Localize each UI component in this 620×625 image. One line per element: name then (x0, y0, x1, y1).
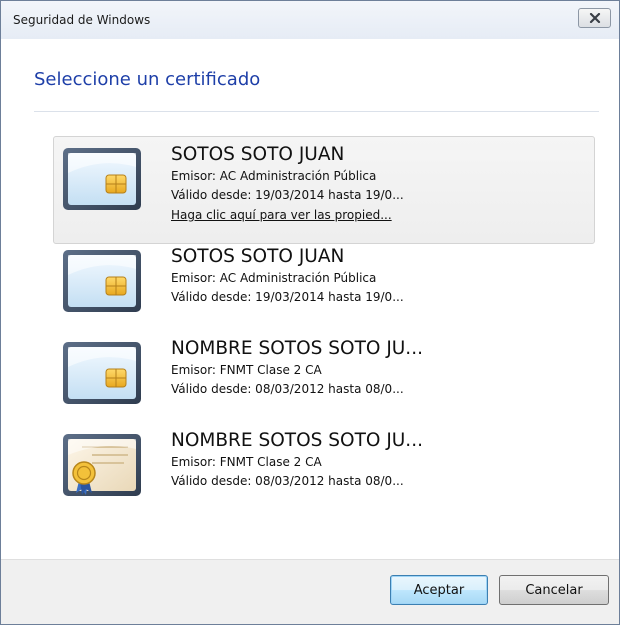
certificate-name: NOMBRE SOTOS SOTO JU... (171, 338, 423, 359)
certificate-name: SOTOS SOTO JUAN (171, 144, 345, 165)
window-title: Seguridad de Windows (13, 13, 151, 27)
smartcard-icon (63, 342, 141, 404)
certificate-list: SOTOS SOTO JUAN Emisor: AC Administració… (53, 136, 595, 520)
certificate-issuer: Emisor: AC Administración Pública (171, 169, 377, 183)
dialog-content: Seleccione un certificado SOTOS SOTO JUA… (1, 39, 619, 559)
button-bar: Aceptar Cancelar (1, 559, 619, 624)
smartcard-icon (63, 148, 141, 210)
certificate-item[interactable]: SOTOS SOTO JUAN Emisor: AC Administració… (53, 136, 595, 244)
close-button[interactable] (578, 8, 611, 28)
security-dialog: Seguridad de Windows Seleccione un certi… (0, 0, 620, 625)
certificate-name: SOTOS SOTO JUAN (171, 246, 345, 267)
ok-button[interactable]: Aceptar (390, 575, 488, 605)
cancel-button[interactable]: Cancelar (499, 575, 609, 605)
certificate-name: NOMBRE SOTOS SOTO JU... (171, 430, 423, 451)
certificate-item[interactable]: NOMBRE SOTOS SOTO JU... Emisor: FNMT Cla… (53, 336, 595, 428)
title-bar: Seguridad de Windows (1, 1, 619, 39)
view-properties-link[interactable]: Haga clic aquí para ver las propied... (171, 205, 404, 225)
dialog-heading: Seleccione un certificado (34, 69, 261, 90)
certificate-validity: Válido desde: 19/03/2014 hasta 19/0... (171, 188, 404, 202)
certificate-seal-icon (63, 434, 141, 496)
close-icon (589, 13, 600, 23)
certificate-validity: Válido desde: 19/03/2014 hasta 19/0... (171, 290, 404, 304)
certificate-validity: Válido desde: 08/03/2012 hasta 08/0... (171, 382, 404, 396)
certificate-item[interactable]: SOTOS SOTO JUAN Emisor: AC Administració… (53, 244, 595, 336)
smartcard-icon (63, 250, 141, 312)
heading-divider (34, 111, 599, 112)
certificate-issuer: Emisor: AC Administración Pública (171, 271, 377, 285)
certificate-validity: Válido desde: 08/03/2012 hasta 08/0... (171, 474, 404, 488)
certificate-item[interactable]: NOMBRE SOTOS SOTO JU... Emisor: FNMT Cla… (53, 428, 595, 520)
certificate-issuer: Emisor: FNMT Clase 2 CA (171, 455, 322, 469)
certificate-issuer: Emisor: FNMT Clase 2 CA (171, 363, 322, 377)
